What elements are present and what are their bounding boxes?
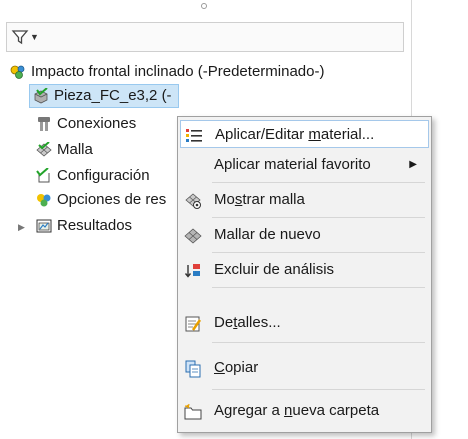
panel-grip-handle[interactable] — [201, 3, 207, 9]
mesh-label: Malla — [57, 141, 93, 158]
menu-separator — [212, 389, 425, 390]
study-icon — [10, 64, 26, 80]
tree-item-study[interactable]: Impacto frontal inclinado (-Predetermina… — [10, 60, 405, 84]
menu-item-copy[interactable]: Copiar — [180, 354, 429, 382]
copy-icon — [184, 360, 202, 378]
exclude-analysis-icon — [184, 262, 202, 280]
tree-item-result-options[interactable]: Opciones de res — [36, 188, 176, 212]
menu-item-label: Excluir de análisis — [214, 261, 335, 278]
material-list-icon — [185, 127, 203, 145]
menu-item-label: Mostrar malla — [214, 191, 305, 208]
remesh-icon — [184, 227, 202, 245]
tree-item-configuration[interactable]: Configuración — [36, 164, 176, 188]
menu-item-label: Mallar de nuevo — [214, 226, 321, 243]
chevron-down-icon[interactable]: ▼ — [30, 32, 39, 42]
menu-item-apply-edit-material[interactable]: Aplicar/Editar material... — [180, 120, 429, 148]
results-label: Resultados — [57, 217, 133, 234]
connections-icon — [36, 116, 52, 132]
context-menu: Aplicar/Editar material... Aplicar mater… — [177, 116, 432, 433]
menu-item-remesh[interactable]: Mallar de nuevo — [180, 221, 429, 249]
part-icon — [33, 87, 49, 104]
result-options-label: Opciones de res — [57, 191, 167, 208]
menu-item-details[interactable]: Detalles... — [180, 309, 429, 337]
results-folder-icon — [36, 218, 52, 234]
show-mesh-icon — [184, 192, 202, 210]
menu-item-label: Copiar — [214, 359, 259, 376]
study-label: Impacto frontal inclinado (-Predetermina… — [31, 63, 325, 80]
details-icon — [184, 315, 202, 333]
menu-item-exclude-analysis[interactable]: Excluir de análisis — [180, 256, 429, 284]
mesh-icon — [36, 141, 52, 158]
new-folder-icon — [184, 403, 202, 421]
menu-item-apply-favorite-material[interactable]: Aplicar material favorito ▶ — [180, 151, 429, 179]
menu-item-label: Detalles... — [214, 314, 281, 331]
tree-item-results[interactable]: Resultados — [36, 214, 176, 238]
menu-separator — [212, 287, 425, 288]
connections-label: Conexiones — [57, 115, 137, 132]
tree-item-connections[interactable]: Conexiones — [36, 112, 176, 136]
menu-item-show-mesh[interactable]: Mostrar malla — [180, 186, 429, 214]
tree-item-part[interactable]: Pieza_FC_e3,2 (- — [29, 84, 179, 108]
menu-separator — [212, 182, 425, 183]
filter-bar[interactable]: ▼ — [6, 22, 404, 52]
menu-item-add-new-folder[interactable]: Agregar a nueva carpeta — [180, 397, 429, 425]
menu-item-label: Aplicar/Editar material... — [215, 126, 375, 143]
menu-item-label: Aplicar material favorito — [214, 156, 371, 173]
menu-separator — [212, 252, 425, 253]
submenu-arrow-icon: ▶ — [409, 159, 417, 170]
menu-separator — [212, 342, 425, 343]
tree-item-mesh[interactable]: Malla — [36, 138, 176, 162]
menu-separator — [212, 217, 425, 218]
filter-icon[interactable] — [11, 28, 29, 50]
expand-arrow-icon[interactable]: ▶ — [18, 222, 25, 233]
configuration-icon — [36, 167, 52, 184]
menu-item-label: Agregar a nueva carpeta — [214, 402, 380, 419]
part-label: Pieza_FC_e3,2 (- — [54, 87, 172, 104]
configuration-label: Configuración — [57, 167, 150, 184]
result-options-icon — [36, 192, 52, 208]
